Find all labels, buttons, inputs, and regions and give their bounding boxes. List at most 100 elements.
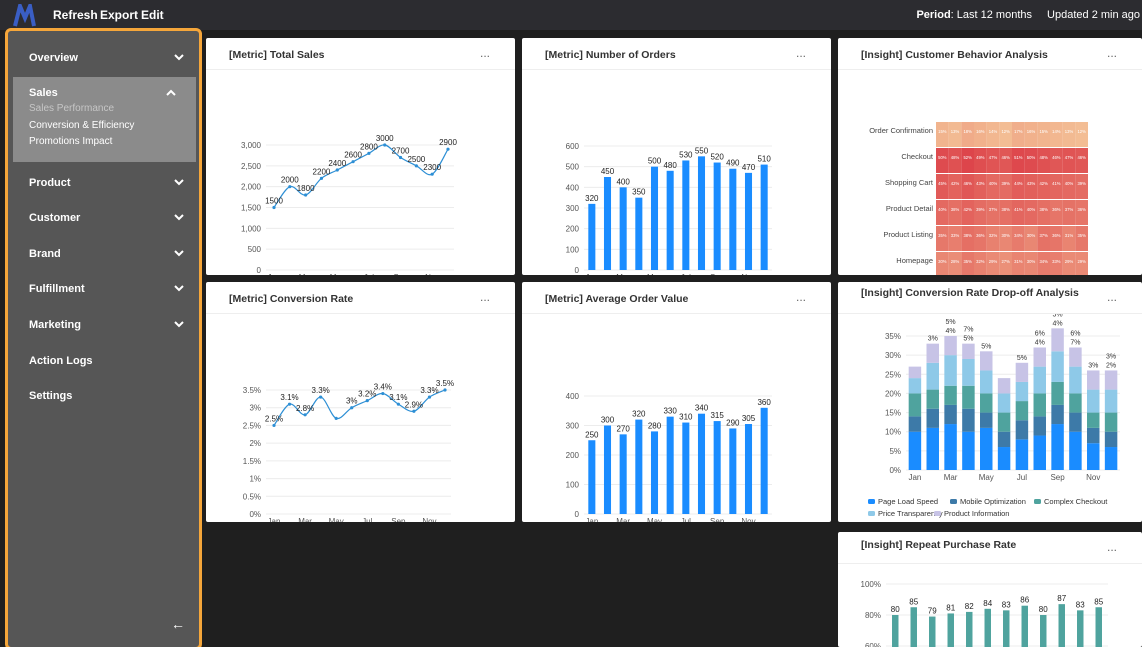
row-label: Order Confirmation: [869, 126, 933, 135]
top-bar: Refresh Export Edit Period: Last 12 mont…: [0, 0, 1142, 30]
period-selector[interactable]: Period: Last 12 months: [916, 9, 1032, 21]
more-options-button[interactable]: ...: [796, 46, 806, 60]
cell-label: 37%: [989, 207, 998, 212]
nav-sales-performance[interactable]: Sales Performance: [29, 103, 114, 114]
data-label: 7%: [1070, 339, 1080, 346]
row-label: Homepage: [896, 256, 933, 265]
data-label: 3%: [1106, 353, 1116, 360]
stacked-bar-segment: [962, 431, 975, 470]
more-options-button[interactable]: ...: [796, 290, 806, 304]
y-tick-label: 10%: [885, 428, 901, 437]
nav-product[interactable]: Product: [8, 166, 199, 201]
cell-label: 50%: [938, 155, 947, 160]
data-label: 4%: [1053, 320, 1063, 327]
cell-label: 35%: [1077, 233, 1086, 238]
legend-swatch: [950, 499, 957, 504]
stacked-bar-segment: [1051, 328, 1064, 352]
nav-fulfillment-label: Fulfillment: [29, 283, 85, 295]
nav-fulfillment[interactable]: Fulfillment: [8, 272, 199, 307]
conversion-chart: 0% 0.5% 1% 1.5% 2% 2.5% 3% 3.5% 2.5% 3.1% 2.8% 3.3%…: [243, 379, 454, 522]
export-button[interactable]: Export: [100, 8, 138, 22]
cell-label: 40%: [1065, 181, 1074, 186]
y-tick-label: 5%: [889, 447, 901, 456]
data-label: 2400: [328, 159, 346, 168]
x-tick-label: Jul: [681, 517, 691, 522]
chevron-down-icon: [174, 179, 184, 186]
cell-label: 42%: [963, 207, 972, 212]
data-label: 3000: [376, 134, 394, 143]
nav-marketing[interactable]: Marketing: [8, 308, 199, 343]
data-label: 270: [616, 424, 630, 433]
data-label: 80: [1039, 605, 1048, 614]
stacked-bar-segment: [926, 427, 939, 470]
stacked-bar-segment: [1033, 435, 1046, 470]
more-options-button[interactable]: ...: [480, 46, 490, 60]
heat-cell: [974, 148, 987, 173]
cell-label: 12%: [1077, 129, 1086, 134]
data-label: 6%: [1035, 330, 1045, 337]
stacked-bar-segment: [1104, 412, 1118, 432]
card-title: [Metric] Conversion Rate: [229, 293, 354, 305]
data-label: 470: [742, 163, 756, 172]
stacked-bar-segment: [926, 389, 939, 409]
cell-label: 40%: [938, 207, 947, 212]
nav-customer[interactable]: Customer: [8, 201, 199, 236]
nav-overview[interactable]: Overview: [8, 41, 199, 76]
data-label: 450: [601, 167, 615, 176]
heat-cell: [974, 200, 987, 225]
stacked-bar-segment: [1015, 420, 1029, 440]
cell-label: 15%: [1039, 129, 1048, 134]
heat-cell: [1050, 122, 1063, 147]
stacked-bar-segment: [1015, 381, 1029, 402]
heat-cell: [1050, 200, 1063, 225]
y-tick-label: 3,000: [241, 141, 262, 150]
cell-label: 52%: [963, 155, 972, 160]
edit-button[interactable]: Edit: [141, 8, 164, 22]
stacked-bar-segment: [908, 378, 922, 394]
data-label: 87: [1057, 594, 1066, 603]
cell-label: 16%: [1027, 129, 1036, 134]
data-point: [304, 193, 308, 197]
card-title: [Insight] Conversion Rate Drop-off Analy…: [861, 287, 1079, 299]
cell-label: 30%: [1027, 259, 1036, 264]
nav-action-logs[interactable]: Action Logs: [8, 344, 199, 379]
nav-settings[interactable]: Settings: [8, 379, 199, 414]
bar: [929, 616, 936, 647]
more-options-button[interactable]: ...: [480, 290, 490, 304]
stacked-bar-segment: [997, 431, 1011, 448]
heat-cell: [999, 122, 1012, 147]
row-label: Product Detail: [886, 204, 933, 213]
cell-label: 28%: [951, 259, 960, 264]
cell-label: 50%: [1027, 155, 1036, 160]
data-label: 3%: [928, 336, 938, 343]
x-tick-label: Nov: [425, 273, 439, 275]
more-options-button[interactable]: ...: [1107, 540, 1117, 554]
data-label: 2800: [360, 142, 378, 151]
cell-label: 40%: [989, 181, 998, 186]
bar: [619, 434, 627, 514]
bar: [966, 611, 973, 647]
more-options-button[interactable]: ...: [1107, 46, 1117, 60]
heat-cell: [1050, 174, 1063, 199]
heat-cell: [1062, 226, 1076, 251]
nav-product-label: Product: [29, 177, 71, 189]
heat-cell: [1062, 174, 1076, 199]
nav-brand[interactable]: Brand: [8, 237, 199, 272]
cell-label: 46%: [1052, 155, 1061, 160]
nav-conversion-efficiency[interactable]: Conversion & Efficiency: [29, 120, 134, 131]
data-label: 360: [757, 398, 771, 407]
x-tick-label: Jul: [681, 273, 691, 275]
collapse-sidebar-icon[interactable]: ←: [171, 616, 185, 632]
refresh-button[interactable]: Refresh: [53, 8, 98, 22]
legend-swatch: [1034, 499, 1041, 504]
nav-promotions-impact[interactable]: Promotions Impact: [29, 136, 112, 147]
heat-cell: [974, 174, 987, 199]
stacked-bar-segment: [1069, 366, 1082, 394]
data-label: 2.9%: [405, 400, 423, 409]
bar: [635, 197, 643, 270]
more-options-button[interactable]: ...: [1107, 290, 1117, 304]
data-point: [443, 388, 447, 392]
legend-label: Mobile Optimization: [960, 497, 1026, 506]
data-label: 3.4%: [374, 383, 392, 392]
cell-label: 32%: [989, 233, 998, 238]
